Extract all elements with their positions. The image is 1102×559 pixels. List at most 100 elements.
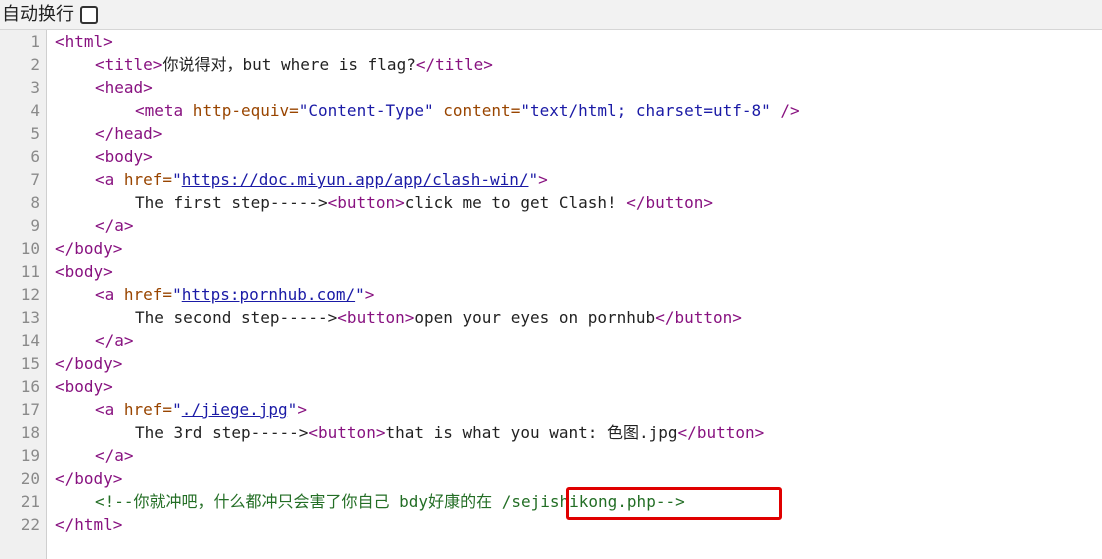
anchor-close-tag: </a> bbox=[95, 331, 134, 350]
meta-val-charset: "text/html; charset=utf-8" bbox=[520, 101, 771, 120]
href-attr: href= bbox=[114, 285, 173, 304]
code-line-9: </a> bbox=[95, 214, 134, 237]
meta-close: /> bbox=[770, 101, 800, 120]
button-text: open your eyes on pornhub bbox=[414, 308, 656, 327]
pornhub-link[interactable]: https:pornhub.com/ bbox=[182, 285, 355, 304]
href-attr: href= bbox=[114, 170, 173, 189]
head-close-tag: </head> bbox=[95, 124, 163, 143]
line-number: 20 bbox=[20, 469, 40, 488]
toolbar: 自动换行 bbox=[0, 0, 1102, 30]
line-number: 8 bbox=[30, 193, 40, 212]
code-line-5: </head> bbox=[95, 122, 162, 145]
wrap-toggle-checkbox[interactable] bbox=[80, 5, 98, 24]
code-line-13: The second step-----><button>open your e… bbox=[135, 306, 742, 329]
code-line-20: </body> bbox=[55, 467, 122, 490]
code-line-11: <body> bbox=[55, 260, 113, 283]
code-line-16: <body> bbox=[55, 375, 113, 398]
anchor-open-tag: <a bbox=[95, 400, 115, 419]
code-line-4: <meta http-equiv="Content-Type" content=… bbox=[135, 99, 800, 122]
anchor-tag-close: > bbox=[364, 285, 375, 304]
meta-val-content-type: "Content-Type" bbox=[298, 101, 434, 120]
code-line-14: </a> bbox=[95, 329, 134, 352]
jiege-image-link[interactable]: ./jiege.jpg bbox=[182, 400, 288, 419]
line-number: 2 bbox=[30, 55, 40, 74]
step-text: The second step-----> bbox=[135, 308, 338, 327]
code-line-17: <a href="./jiege.jpg"> bbox=[95, 398, 307, 421]
head-open-tag: <head> bbox=[95, 78, 153, 97]
code-line-2: <title>你说得对，but where is flag?</title> bbox=[95, 53, 493, 76]
html-close-tag: </html> bbox=[55, 515, 123, 534]
button-close-tag: </button> bbox=[677, 423, 765, 442]
button-close-tag: </button> bbox=[655, 308, 742, 327]
quote-mark: " bbox=[172, 400, 182, 419]
quote-mark: " bbox=[172, 170, 182, 189]
button-open-tag: <button> bbox=[327, 193, 405, 212]
meta-attr-http-equiv: http-equiv= bbox=[183, 101, 299, 120]
code-line-15: </body> bbox=[55, 352, 122, 375]
code-line-22: </html> bbox=[55, 513, 122, 536]
line-number: 16 bbox=[20, 377, 40, 396]
line-number: 3 bbox=[30, 78, 40, 97]
line-number: 12 bbox=[20, 285, 40, 304]
line-number: 4 bbox=[30, 101, 40, 120]
line-number: 11 bbox=[20, 262, 40, 281]
body-open-tag: <body> bbox=[55, 377, 113, 396]
line-number: 1 bbox=[30, 32, 40, 51]
code-line-8: The first step-----><button>click me to … bbox=[135, 191, 713, 214]
line-number: 14 bbox=[20, 331, 40, 350]
line-number: 7 bbox=[30, 170, 40, 189]
source-view: <html> <title>你说得对，but where is flag?</t… bbox=[47, 30, 1102, 559]
anchor-close-tag: </a> bbox=[95, 216, 134, 235]
anchor-open-tag: <a bbox=[95, 170, 115, 189]
code-line-1: <html> bbox=[55, 30, 113, 53]
line-number: 6 bbox=[30, 147, 40, 166]
body-close-tag: </body> bbox=[55, 354, 123, 373]
anchor-close-tag: </a> bbox=[95, 446, 134, 465]
title-close-tag: </title> bbox=[415, 55, 493, 74]
code-line-3: <head> bbox=[95, 76, 153, 99]
code-line-12: <a href="https:pornhub.com/"> bbox=[95, 283, 374, 306]
anchor-open-tag: <a bbox=[95, 285, 115, 304]
button-open-tag: <button> bbox=[308, 423, 386, 442]
line-number: 21 bbox=[20, 492, 40, 511]
body-close-tag: </body> bbox=[55, 469, 123, 488]
quote-mark: " bbox=[528, 170, 539, 189]
line-number: 22 bbox=[20, 515, 40, 534]
title-open-tag: <title> bbox=[95, 55, 163, 74]
line-number: 9 bbox=[30, 216, 40, 235]
wrap-toggle-label: 自动换行 bbox=[2, 4, 74, 25]
line-number: 5 bbox=[30, 124, 40, 143]
anchor-tag-close: > bbox=[297, 400, 307, 419]
line-number: 10 bbox=[20, 239, 40, 258]
body-close-tag: </body> bbox=[55, 239, 123, 258]
line-number: 17 bbox=[20, 400, 40, 419]
line-number: 19 bbox=[20, 446, 40, 465]
title-text: 你说得对，but where is flag? bbox=[162, 55, 416, 74]
meta-attr-content: content= bbox=[433, 101, 521, 120]
button-text: click me to get Clash! bbox=[404, 193, 627, 212]
button-close-tag: </button> bbox=[626, 193, 713, 212]
highlight-box bbox=[566, 487, 782, 520]
code-line-18: The 3rd step-----><button>that is what y… bbox=[135, 421, 764, 444]
body-open-tag: <body> bbox=[95, 147, 153, 166]
clash-link[interactable]: https://doc.miyun.app/app/clash-win/ bbox=[182, 170, 529, 189]
line-number-gutter: 1 2 3 4 5 6 7 8 9 10 11 12 13 14 15 16 1… bbox=[0, 30, 47, 559]
button-text: that is what you want: 色图.jpg bbox=[385, 423, 678, 442]
code-line-7: <a href="https://doc.miyun.app/app/clash… bbox=[95, 168, 548, 191]
line-number: 18 bbox=[20, 423, 40, 442]
button-open-tag: <button> bbox=[337, 308, 415, 327]
code-line-19: </a> bbox=[95, 444, 134, 467]
step-text: The 3rd step-----> bbox=[135, 423, 309, 442]
meta-open-tag: <meta bbox=[135, 101, 184, 120]
anchor-tag-close: > bbox=[538, 170, 548, 189]
body-open-tag: <body> bbox=[55, 262, 113, 281]
line-number: 15 bbox=[20, 354, 40, 373]
quote-mark: " bbox=[355, 285, 365, 304]
code-line-10: </body> bbox=[55, 237, 122, 260]
line-number: 13 bbox=[20, 308, 40, 327]
quote-mark: " bbox=[287, 400, 298, 419]
step-text: The first step-----> bbox=[135, 193, 328, 212]
quote-mark: " bbox=[172, 285, 182, 304]
href-attr: href= bbox=[114, 400, 173, 419]
html-open-tag: <html> bbox=[55, 32, 113, 51]
